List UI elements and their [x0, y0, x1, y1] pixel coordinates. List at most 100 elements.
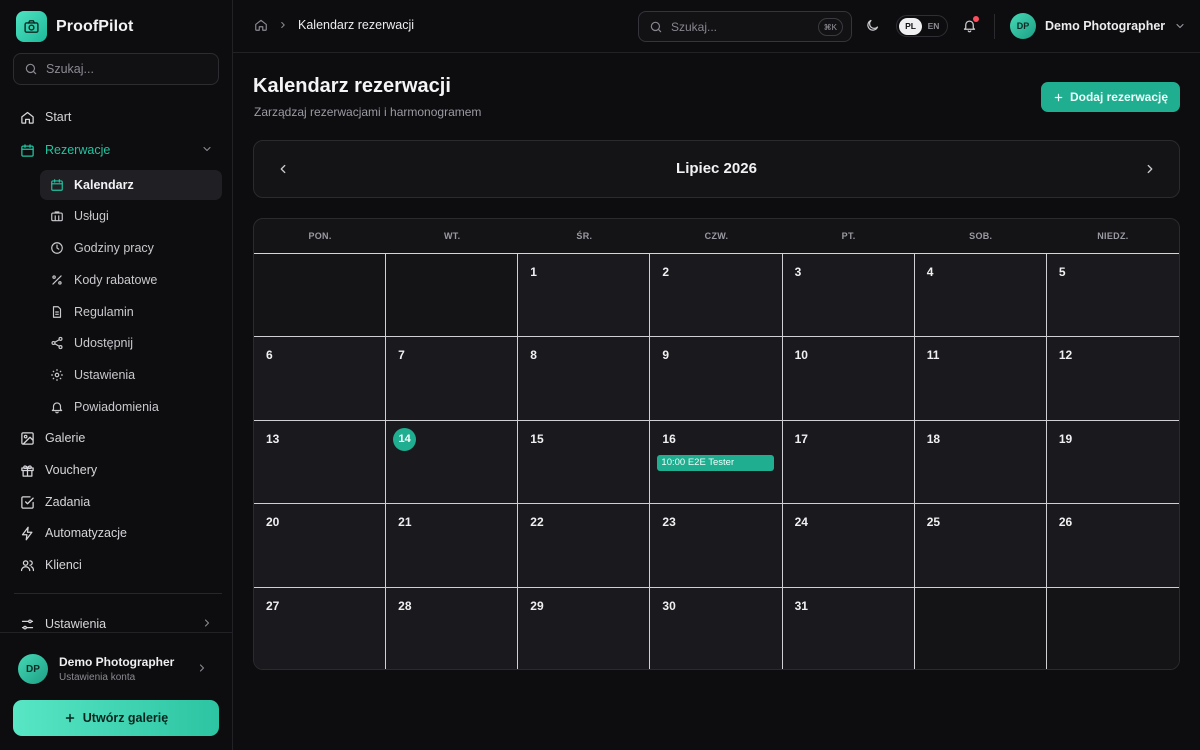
- sidebar-item-zadania[interactable]: Zadania: [13, 487, 223, 517]
- calendar-day-cell[interactable]: 2: [650, 254, 783, 338]
- calendar-day-cell[interactable]: 23: [650, 504, 783, 588]
- calendar-day-cell[interactable]: 16 10:00 E2E Tester: [650, 420, 783, 505]
- theme-toggle-moon-icon[interactable]: [865, 18, 880, 33]
- calendar-day-cell[interactable]: 18: [914, 420, 1047, 505]
- calendar-day-cell[interactable]: 13: [254, 420, 387, 505]
- sidebar-item-label: Rezerwacje: [45, 143, 111, 157]
- calendar-day-cell[interactable]: 10: [782, 337, 915, 421]
- page-subtitle: Zarządzaj rezerwacjami i harmonogramem: [254, 105, 482, 119]
- calendar-day-cell[interactable]: 6: [254, 337, 387, 421]
- calendar-day-cell[interactable]: 22: [518, 504, 651, 588]
- language-switcher[interactable]: PL EN: [896, 15, 948, 37]
- search-shortcut-badge: ⌘K: [817, 18, 843, 36]
- calendar-day-cell[interactable]: 9: [650, 337, 783, 421]
- sidebar-item-klienci[interactable]: Klienci: [13, 550, 223, 580]
- sidebar-item-label: Galerie: [45, 431, 86, 445]
- chevron-right-icon: [281, 21, 285, 29]
- app-logo[interactable]: ProofPilot: [16, 11, 133, 42]
- plus-icon: [1054, 93, 1063, 101]
- gear-icon: [51, 369, 63, 381]
- weekday-label: PON.: [308, 231, 332, 241]
- calendar-day-cell[interactable]: 1: [518, 254, 651, 338]
- calendar-day-cell[interactable]: 3: [782, 254, 915, 338]
- calendar-day-cell[interactable]: 11: [914, 337, 1047, 421]
- calendar-day-cell[interactable]: 4: [914, 254, 1047, 338]
- day-number: 5: [1058, 265, 1066, 279]
- calendar-day-cell[interactable]: 26: [1046, 504, 1179, 588]
- search-icon: [650, 21, 662, 32]
- day-number: 15: [530, 431, 544, 446]
- add-reservation-button[interactable]: Dodaj rezerwację: [1041, 82, 1180, 112]
- language-option-en[interactable]: EN: [922, 18, 945, 35]
- sidebar-subitem-godziny-pracy[interactable]: Godziny pracy: [40, 233, 222, 263]
- sidebar-search-input[interactable]: Szukaj...: [13, 53, 219, 85]
- calendar-day-cell[interactable]: 20: [254, 504, 387, 588]
- briefcase-icon: [51, 211, 63, 222]
- day-number: 23: [662, 515, 676, 530]
- account-name: Demo Photographer: [59, 655, 175, 669]
- user-menu[interactable]: DP Demo Photographer: [1010, 13, 1186, 39]
- global-search-placeholder: Szukaj...: [671, 19, 718, 34]
- sidebar-subitem-udostepnij[interactable]: Udostępnij: [40, 328, 222, 358]
- day-number: 4: [926, 265, 934, 279]
- weekday-label: PT.: [841, 231, 856, 241]
- day-number: 1: [530, 265, 537, 279]
- calendar-day-cell[interactable]: 28: [386, 587, 519, 669]
- sidebar-item-rezerwacje[interactable]: Rezerwacje: [13, 135, 223, 165]
- calendar-event[interactable]: 10:00 E2E Tester: [657, 454, 775, 471]
- calendar-day-cell[interactable]: 27: [254, 587, 387, 669]
- language-option-pl[interactable]: PL: [899, 17, 922, 35]
- sidebar-subitem-label: Kody rabatowe: [74, 273, 158, 287]
- sidebar-item-label: Automatyzacje: [45, 526, 127, 540]
- calendar-day-cell[interactable]: 12: [1046, 337, 1179, 421]
- sidebar-item-vouchery[interactable]: Vouchery: [13, 455, 223, 485]
- day-number: 19: [1058, 431, 1073, 446]
- bell-icon: [51, 402, 63, 414]
- calendar-day-cell[interactable]: 21: [386, 504, 519, 588]
- sidebar-subitem-label: Regulamin: [74, 305, 134, 319]
- sidebar-subitem-kalendarz[interactable]: Kalendarz: [40, 170, 222, 200]
- chevron-right-icon: [199, 664, 205, 672]
- calendar-empty-cell: [386, 254, 519, 338]
- sidebar-subitem-ustawienia[interactable]: Ustawienia: [40, 360, 222, 390]
- calendar-day-cell[interactable]: 15: [518, 420, 651, 505]
- weekday-label: NIEDZ.: [1097, 231, 1129, 241]
- calendar-day-cell[interactable]: 30: [650, 587, 783, 669]
- day-number: 29: [530, 598, 544, 613]
- calendar-day-cell[interactable]: 25: [914, 504, 1047, 588]
- chevron-right-icon: [204, 619, 210, 627]
- weekday-label: ŚR.: [576, 231, 593, 241]
- day-number: 7: [398, 348, 405, 363]
- day-number: 20: [266, 515, 280, 530]
- chevron-right-icon[interactable]: [1143, 162, 1157, 176]
- global-search-input[interactable]: Szukaj... ⌘K: [638, 11, 852, 42]
- day-number: 16: [662, 431, 676, 446]
- app-name: ProofPilot: [56, 17, 134, 35]
- calendar-day-cell[interactable]: 29: [518, 587, 651, 669]
- calendar-day-cell[interactable]: 5: [1046, 254, 1179, 338]
- calendar-day-cell[interactable]: 24: [782, 504, 915, 588]
- sidebar-subitem-label: Kalendarz: [74, 178, 134, 192]
- create-gallery-button[interactable]: Utwórz galerię: [13, 700, 219, 736]
- sidebar-item-label: Ustawienia: [45, 617, 107, 631]
- calendar-day-cell[interactable]: 7: [386, 337, 519, 421]
- sidebar-item-galerie[interactable]: Galerie: [13, 423, 223, 453]
- home-icon[interactable]: [254, 18, 268, 32]
- sidebar-item-label: Zadania: [45, 495, 91, 509]
- calendar-day-cell[interactable]: 19: [1046, 420, 1179, 505]
- notification-dot: [973, 16, 979, 22]
- sidebar-item-start[interactable]: Start: [13, 102, 223, 132]
- calendar-day-cell[interactable]: 31: [782, 587, 915, 669]
- sidebar-subitem-powiadomienia[interactable]: Powiadomienia: [40, 392, 222, 422]
- account-subtitle: Ustawienia konta: [59, 672, 136, 683]
- sidebar-subitem-kody-rabatowe[interactable]: Kody rabatowe: [40, 265, 222, 295]
- sidebar-subitem-uslugi[interactable]: Usługi: [40, 201, 222, 231]
- calendar-day-cell[interactable]: 14: [386, 420, 519, 505]
- calendar-day-cell[interactable]: 17: [782, 420, 915, 505]
- sidebar-item-automatyzacje[interactable]: Automatyzacje: [13, 518, 223, 548]
- camera-icon: [16, 11, 47, 42]
- sidebar-subitem-regulamin[interactable]: Regulamin: [40, 297, 222, 327]
- account-menu[interactable]: DP Demo Photographer Ustawienia konta: [18, 651, 218, 687]
- sidebar-item-ustawienia[interactable]: Ustawienia: [13, 609, 223, 639]
- calendar-day-cell[interactable]: 8: [518, 337, 651, 421]
